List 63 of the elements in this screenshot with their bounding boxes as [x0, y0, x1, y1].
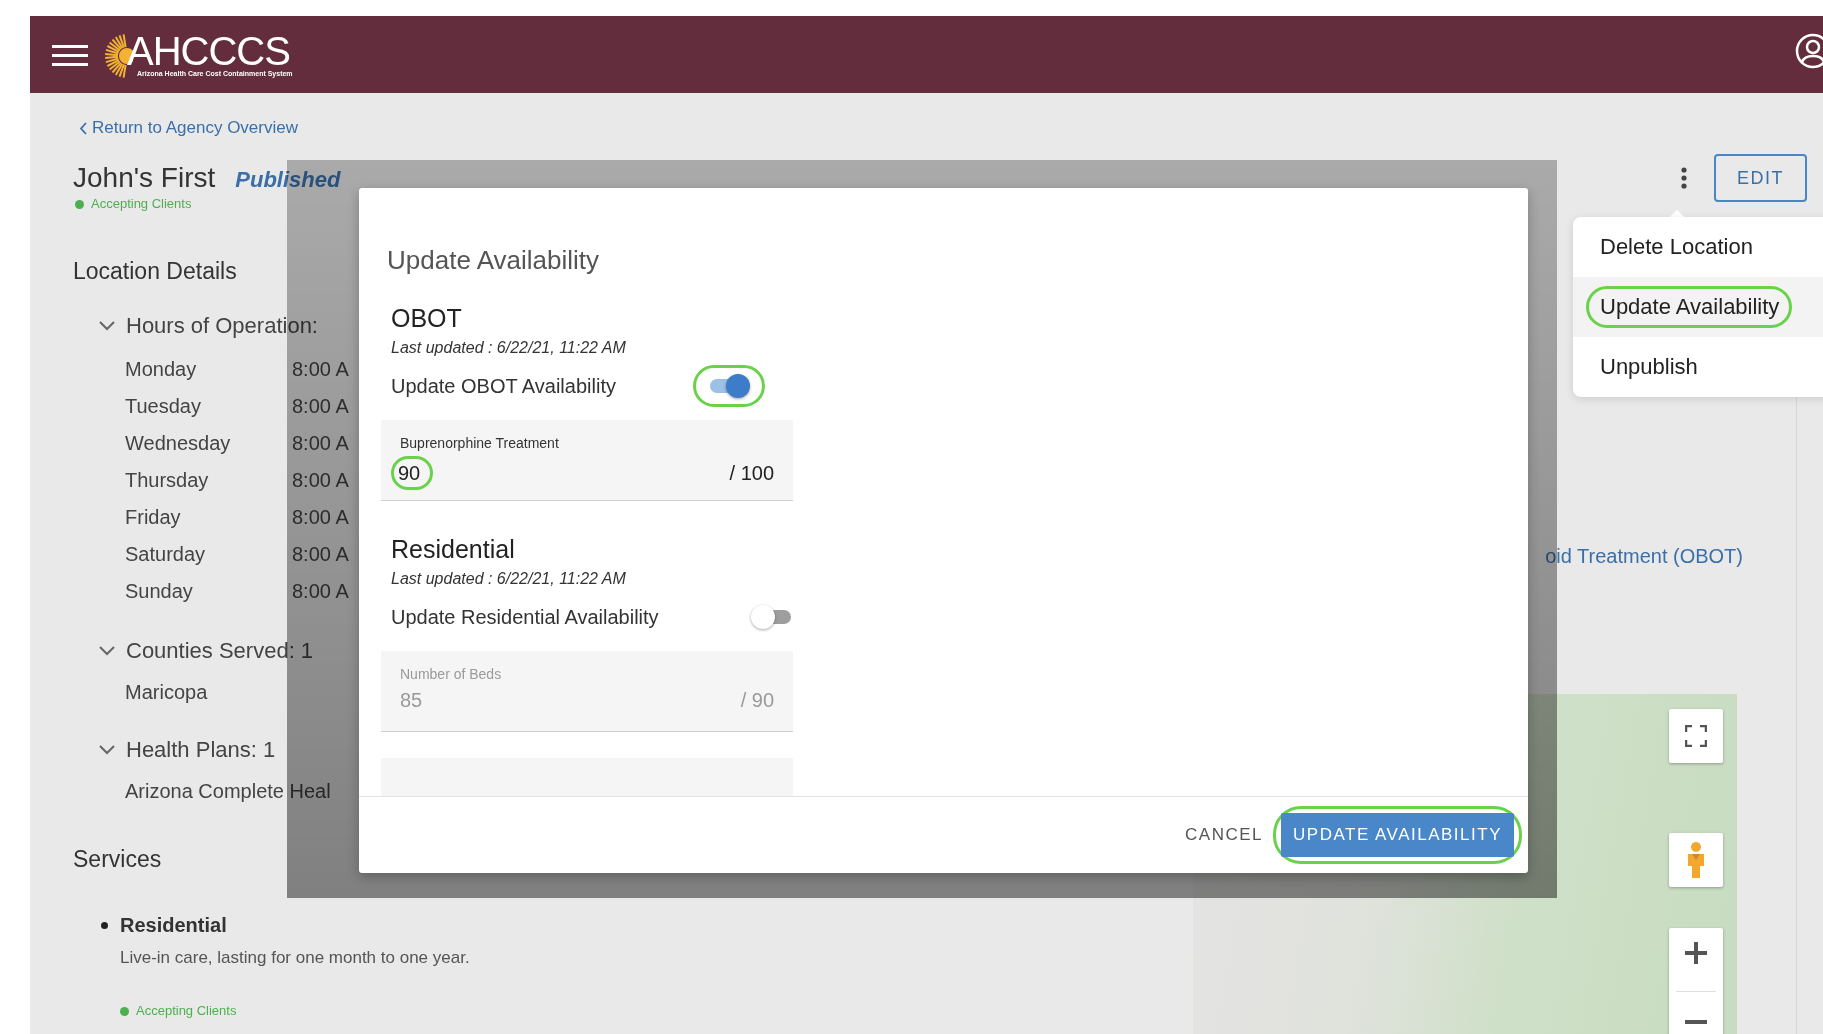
max-value: / 100 [729, 461, 774, 485]
day-label: Monday [125, 358, 198, 381]
hours-text: 8:00 A [292, 469, 349, 492]
user-icon[interactable] [1795, 33, 1823, 69]
toggle-label: Update OBOT Availability [391, 374, 616, 398]
section-heading: OBOT [391, 303, 463, 334]
more-options-icon[interactable] [1681, 167, 1687, 189]
chevron-icon[interactable] [98, 744, 116, 756]
toggle-switch[interactable] [751, 605, 793, 629]
back-link[interactable]: Return to Agency Overview [79, 117, 298, 139]
hours-text: 8:00 A [292, 395, 349, 418]
fullscreen-icon[interactable] [1685, 725, 1707, 747]
list-item: Maricopa [125, 680, 208, 705]
status-label: Accepting Clients [91, 196, 192, 212]
field-label: Number of Beds [400, 665, 503, 683]
hours-text: 8:00 A [292, 580, 349, 603]
section-label: Health Plans: 1 [126, 737, 276, 763]
edit-button[interactable]: EDIT [1714, 154, 1807, 202]
chevron-icon[interactable] [98, 320, 116, 332]
number-input[interactable]: 90 [391, 456, 433, 490]
location-title: John's First [73, 161, 216, 195]
logo-text: AHCCCS [127, 31, 290, 70]
day-label: Saturday [125, 543, 207, 566]
menu-item[interactable]: Delete Location [1573, 217, 1823, 277]
status-dot [120, 1006, 129, 1016]
hours-text: 8:00 A [292, 506, 349, 529]
section-title: Services [73, 845, 162, 874]
cancel-button[interactable]: CANCEL [1179, 825, 1270, 845]
service-name: Residential [120, 913, 227, 937]
zoom-out-icon[interactable] [1684, 1018, 1708, 1025]
status-label: Accepting Clients [136, 1002, 237, 1020]
number-field[interactable]: Buprenorphine Treatment 90 / 100 [381, 420, 793, 501]
chevron-icon[interactable] [98, 645, 116, 657]
bullet-icon [101, 921, 108, 929]
menu-icon[interactable] [52, 42, 88, 67]
modal-title: Update Availability [386, 244, 600, 277]
hours-text: 8:00 A [292, 543, 349, 566]
zoom-in-icon[interactable] [1684, 941, 1708, 966]
chevron-left-icon [79, 121, 87, 135]
section-heading: Residential [391, 534, 516, 565]
person-icon[interactable] [1685, 841, 1707, 879]
hours-text: 8:00 A [292, 358, 349, 381]
day-label: Friday [125, 506, 182, 529]
publish-status: Published [235, 167, 341, 193]
list-item: Arizona Complete Heal [125, 779, 331, 804]
status-dot [75, 199, 84, 209]
field-label: Buprenorphine Treatment [400, 434, 560, 452]
day-label: Tuesday [125, 395, 202, 418]
hours-text: 8:00 A [292, 432, 349, 455]
day-label: Wednesday [125, 432, 232, 455]
toggle-switch[interactable] [708, 374, 750, 398]
menu-item[interactable]: Update Availability [1573, 277, 1823, 337]
day-label: Sunday [125, 580, 194, 603]
max-value: / 90 [740, 688, 774, 712]
update-availability-button[interactable]: UPDATE AVAILABILITY [1281, 813, 1514, 857]
service-description: Live-in care, lasting for one month to one year. [120, 947, 470, 969]
toggle-label: Update Residential Availability [391, 605, 659, 629]
section-title: Location Details [73, 257, 237, 286]
last-updated-text: Last updated : 6/22/21, 11:22 AM [391, 338, 627, 358]
last-updated-text: Last updated : 6/22/21, 11:22 AM [391, 569, 627, 589]
menu-item[interactable]: Unpublish [1573, 337, 1823, 397]
day-label: Thursday [125, 469, 210, 492]
section-label: Hours of Operation: [126, 313, 318, 339]
